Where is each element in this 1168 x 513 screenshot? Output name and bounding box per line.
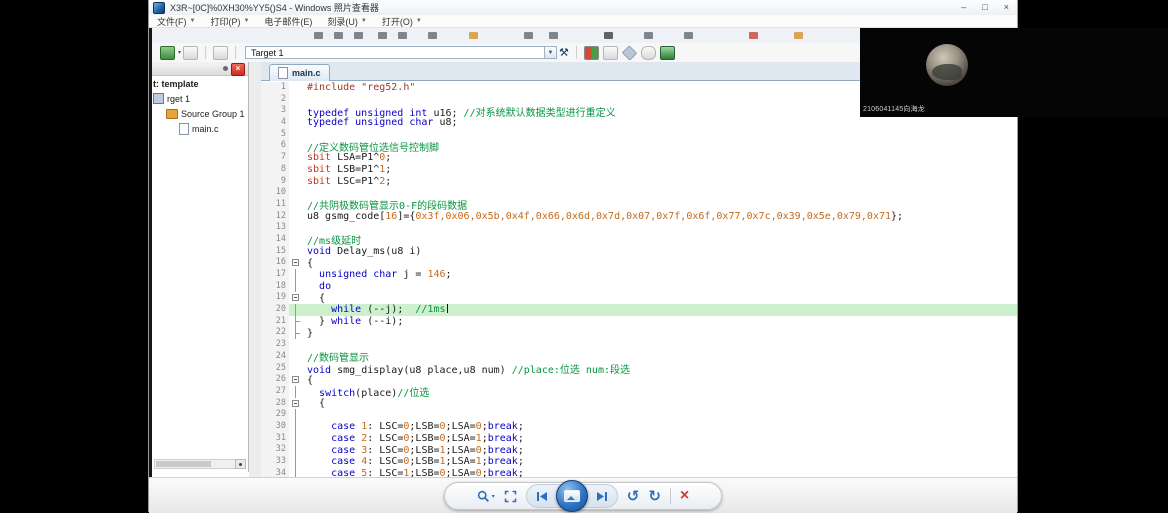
package-icon bbox=[660, 46, 675, 60]
zoom-caret-icon: ▾ bbox=[492, 493, 495, 500]
fold-collapse-icon bbox=[289, 292, 302, 304]
fold-collapse-icon bbox=[289, 398, 302, 410]
webcam-caption: 2106041145向海龙 bbox=[863, 104, 925, 114]
code-line: 32 case 3: LSC=0;LSB=1;LSA=0;break; bbox=[261, 444, 1017, 456]
options-for-target-icon: ⚒ bbox=[559, 46, 569, 59]
code-line: 21 } while (--i); bbox=[261, 316, 1017, 328]
file-icon bbox=[179, 123, 189, 135]
code-line: 27 switch(place)//位选 bbox=[261, 386, 1017, 398]
pin-icon bbox=[223, 66, 228, 71]
code-line: 25void smg_display(u8 place,u8 num) //pl… bbox=[261, 363, 1017, 375]
menu-item[interactable]: 文件(F)▼ bbox=[157, 15, 195, 28]
menu-bar: 文件(F)▼ 打印(P)▼ 电子邮件(E) 刻录(U)▼ 打开(O)▼ bbox=[149, 15, 1017, 28]
code-line: 4typedef unsigned char u8; bbox=[261, 117, 1017, 129]
code-line: 15void Delay_ms(u8 i) bbox=[261, 246, 1017, 258]
tree-item: t: template bbox=[152, 76, 248, 91]
code-line: 30 case 1: LSC=0;LSB=0;LSA=0;break; bbox=[261, 421, 1017, 433]
code-line: 7sbit LSA=P1^0; bbox=[261, 152, 1017, 164]
build-icon bbox=[160, 46, 175, 60]
tab-main-c: main.c bbox=[269, 64, 330, 81]
code-line: 22} bbox=[261, 327, 1017, 339]
actual-size-button[interactable] bbox=[504, 486, 517, 506]
slideshow-button[interactable] bbox=[556, 480, 588, 512]
menu-caret-icon: ▼ bbox=[190, 18, 196, 24]
code-line: 13 bbox=[261, 222, 1017, 234]
title-bar[interactable]: X3R~[0C]%0XH30%YY5()S4 - Windows 照片查看器 –… bbox=[149, 0, 1017, 15]
copy-icon bbox=[603, 46, 618, 60]
project-panel: × t: templaterget 1Source Group 1main.c bbox=[152, 62, 249, 472]
navigation-group bbox=[526, 484, 618, 508]
target-icon bbox=[153, 93, 164, 104]
menu-item[interactable]: 刻录(U)▼ bbox=[327, 15, 366, 28]
panel-close-icon: × bbox=[231, 63, 245, 76]
menu-item[interactable]: 打印(P)▼ bbox=[210, 15, 249, 28]
delete-button[interactable]: × bbox=[680, 486, 689, 506]
wave-icon bbox=[641, 46, 656, 60]
code-line: 16{ bbox=[261, 257, 1017, 269]
tab-label: main.c bbox=[292, 68, 321, 78]
maximize-button[interactable]: □ bbox=[982, 0, 987, 15]
project-tree: t: templaterget 1Source Group 1main.c bbox=[152, 76, 248, 136]
build-dropdown-caret: ▾ bbox=[178, 49, 181, 56]
text-cursor bbox=[447, 304, 448, 313]
webcam-overlay: 2106041145向海龙 bbox=[860, 28, 1168, 117]
viewer-toolbar: ▾ ↺ ↻ × bbox=[444, 482, 722, 510]
window-title: X3R~[0C]%0XH30%YY5()S4 - Windows 照片查看器 bbox=[170, 1, 379, 14]
target-select-value: Target 1 bbox=[251, 48, 284, 58]
close-button[interactable]: × bbox=[1004, 0, 1009, 15]
webcam-avatar bbox=[926, 44, 968, 86]
panel-splitter bbox=[249, 62, 261, 477]
code-line: 34 case 5: LSC=1;LSB=0;LSA=0;break; bbox=[261, 468, 1017, 477]
code-line: 23 bbox=[261, 339, 1017, 351]
menu-caret-icon: ▼ bbox=[416, 18, 422, 24]
code-line: 12u8 gsmg_code[16]={0x3f,0x06,0x5b,0x4f,… bbox=[261, 211, 1017, 223]
code-line: 20 while (--j); //1ms bbox=[261, 304, 1017, 316]
code-view: 1#include "reg52.h"23typedef unsigned in… bbox=[261, 80, 1017, 477]
tree-item: main.c bbox=[152, 121, 248, 136]
fold-collapse-icon bbox=[289, 257, 302, 269]
previous-button[interactable] bbox=[535, 486, 549, 506]
code-line: 18 do bbox=[261, 281, 1017, 293]
rotate-cw-button[interactable]: ↻ bbox=[648, 486, 661, 506]
download-icon bbox=[213, 46, 228, 60]
rotate-ccw-button[interactable]: ↺ bbox=[627, 486, 640, 506]
menu-item[interactable]: 电子邮件(E) bbox=[264, 15, 312, 28]
code-line: 17 unsigned char j = 146; bbox=[261, 269, 1017, 281]
tree-item: Source Group 1 bbox=[152, 106, 248, 121]
file-icon bbox=[278, 67, 288, 79]
code-line: 6//定义数码管位选信号控制脚 bbox=[261, 140, 1017, 152]
project-panel-header: × bbox=[152, 62, 248, 76]
target-select-caret: ▼ bbox=[545, 46, 557, 59]
diamond-icon bbox=[622, 45, 637, 60]
editor-area: main.c 1#include "reg52.h"23typedef unsi… bbox=[261, 62, 1017, 477]
code-line: 19 { bbox=[261, 292, 1017, 304]
code-line: 14//ms级延时 bbox=[261, 234, 1017, 246]
viewer-bottom-bar: ▾ ↺ ↻ × bbox=[149, 477, 1017, 513]
code-line: 9sbit LSC=P1^2; bbox=[261, 176, 1017, 188]
target-select: Target 1 bbox=[245, 46, 545, 59]
fold-collapse-icon bbox=[289, 374, 302, 386]
zoom-button[interactable]: ▾ bbox=[477, 486, 495, 506]
menu-caret-icon: ▼ bbox=[361, 18, 367, 24]
code-line: 29 bbox=[261, 409, 1017, 421]
manage-components-icon bbox=[584, 46, 599, 60]
code-line: 11//共阴极数码管显示0-F的段码数据 bbox=[261, 199, 1017, 211]
folder-icon bbox=[166, 109, 178, 119]
code-line: 28 { bbox=[261, 398, 1017, 410]
project-hscrollbar bbox=[154, 459, 246, 469]
code-line: 33 case 4: LSC=0;LSB=1;LSA=1;break; bbox=[261, 456, 1017, 468]
next-button[interactable] bbox=[595, 486, 609, 506]
menu-item[interactable]: 打开(O)▼ bbox=[382, 15, 422, 28]
batch-build-icon bbox=[183, 46, 198, 60]
slideshow-icon bbox=[564, 490, 580, 502]
minimize-button[interactable]: – bbox=[961, 0, 966, 15]
photo-viewer-app-icon bbox=[153, 2, 165, 14]
code-line: 31 case 2: LSC=0;LSB=0;LSA=1;break; bbox=[261, 433, 1017, 445]
code-line: 8sbit LSB=P1^1; bbox=[261, 164, 1017, 176]
menu-caret-icon: ▼ bbox=[243, 18, 249, 24]
tree-item: rget 1 bbox=[152, 91, 248, 106]
